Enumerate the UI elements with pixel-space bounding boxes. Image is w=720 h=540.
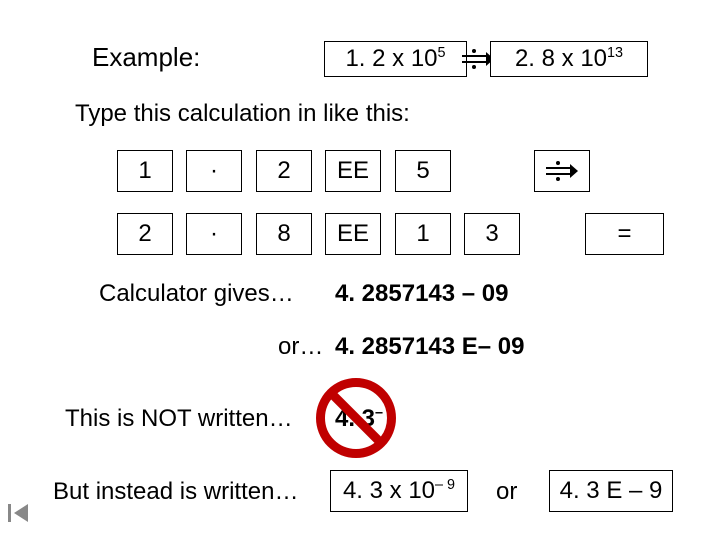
key-dot: · [186,150,242,192]
example-label: Example: [92,42,200,73]
or-separator: or [496,478,517,506]
key-2: 2 [256,150,312,192]
calc-gives-label: Calculator gives… [99,280,294,308]
not-written-label: This is NOT written… [65,405,293,433]
key-1: 1 [117,150,173,192]
not-written-value: 4. 3– 9 [335,405,395,433]
or-value: 4. 2857143 E– 09 [335,333,525,361]
key-8: 8 [256,213,312,255]
key-dot-b: · [186,213,242,255]
but-instead-label: But instead is written… [53,478,298,506]
correct-form-1: 4. 3 x 10– 9 [343,477,455,505]
key-divide [534,150,590,192]
expression-2-box: 2. 8 x 1013 [490,41,648,77]
expression-1-box: 1. 2 x 105 [324,41,467,77]
key-2b: 2 [117,213,173,255]
correct-form-1-box: 4. 3 x 10– 9 [330,470,468,512]
calc-gives-value: 4. 2857143 – 09 [335,280,509,308]
skip-back-icon [6,500,32,526]
key-1b: 1 [395,213,451,255]
expression-1: 1. 2 x 105 [345,45,445,73]
expression-2: 2. 8 x 1013 [515,45,623,73]
key-ee: EE [325,150,381,192]
key-5: 5 [395,150,451,192]
correct-form-2: 4. 3 E – 9 [560,477,663,505]
divide-arrow-icon [546,161,578,181]
key-3: 3 [464,213,520,255]
instruction-text: Type this calculation in like this: [75,100,410,128]
correct-form-2-box: 4. 3 E – 9 [549,470,673,512]
key-ee-b: EE [325,213,381,255]
or-label: or… [278,333,323,361]
key-equals: = [585,213,664,255]
nav-back-button[interactable] [6,500,32,531]
